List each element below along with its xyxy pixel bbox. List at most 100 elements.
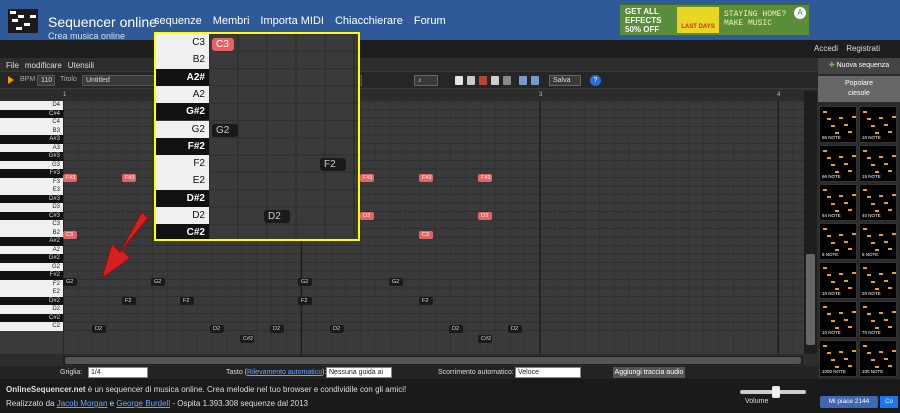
note-block[interactable]: F2 <box>419 297 433 305</box>
paste-icon[interactable] <box>479 76 487 85</box>
note-block[interactable]: D2 <box>92 325 106 333</box>
piano-key[interactable]: C3 <box>0 220 63 229</box>
piano-key[interactable]: E2 <box>0 288 63 297</box>
note-block[interactable]: G2 <box>298 278 312 286</box>
note-block[interactable]: G2 <box>389 278 403 286</box>
piano-key[interactable]: E3 <box>0 186 63 195</box>
zoom-out-icon[interactable] <box>531 76 539 85</box>
sequence-thumbnail[interactable]: 1000 NOTE <box>819 340 857 377</box>
nav-members[interactable]: Membri <box>213 15 250 27</box>
bpm-input[interactable]: 110 <box>37 75 55 86</box>
piano-key[interactable]: F3 <box>0 177 63 186</box>
sequence-thumbnail[interactable]: 6 NOTE <box>819 223 857 260</box>
measure-ruler[interactable]: 1 2 3 4 <box>0 91 804 101</box>
note-block[interactable]: C#2 <box>478 335 492 343</box>
piano-key[interactable]: G2 <box>0 262 63 271</box>
cut-icon[interactable] <box>467 76 475 85</box>
horizontal-scroll-thumb[interactable] <box>65 357 801 364</box>
vertical-scroll-thumb[interactable] <box>806 254 815 345</box>
piano-key[interactable]: C4 <box>0 118 63 127</box>
sequence-thumbnail[interactable]: 10 NOTE <box>819 301 857 338</box>
note-block[interactable]: F#3 <box>419 174 433 182</box>
piano-key[interactable]: C#3 <box>0 211 63 220</box>
piano-key[interactable]: D4 <box>0 101 63 110</box>
piano-key[interactable]: D#3 <box>0 194 63 203</box>
piano-key[interactable]: G3 <box>0 160 63 169</box>
note-block[interactable]: D2 <box>270 325 284 333</box>
facebook-share-button[interactable]: Co <box>880 396 898 408</box>
piano-key[interactable]: B2 <box>0 228 63 237</box>
piano-key[interactable]: A3 <box>0 143 63 152</box>
note-block[interactable]: F#3 <box>122 174 136 182</box>
vertical-scrollbar[interactable] <box>804 91 817 354</box>
author-link-2[interactable]: George Burdell <box>116 399 170 408</box>
nav-forum[interactable]: Forum <box>414 15 446 27</box>
note-block[interactable]: G2 <box>151 278 165 286</box>
menu-tools[interactable]: Utensili <box>68 61 94 70</box>
piano-key[interactable]: F#2 <box>0 271 63 280</box>
nav-sequences[interactable]: sequenze <box>154 15 202 27</box>
volume-slider-knob[interactable] <box>772 386 780 398</box>
sequence-thumbnail[interactable]: 10 NOTE <box>819 262 857 299</box>
login-link[interactable]: Accedi <box>814 44 838 53</box>
sequence-thumbnail[interactable]: 15 NOTE <box>859 145 897 182</box>
note-block[interactable]: C3 <box>419 231 433 239</box>
new-sequence-button[interactable]: ✚ Nuova sequenza <box>818 58 900 74</box>
add-audio-track-button[interactable]: Aggiungi traccia audio <box>613 367 685 378</box>
sequence-thumbnail[interactable]: 6 NOTE <box>859 223 897 260</box>
piano-key[interactable]: F2 <box>0 279 63 288</box>
nav-chat[interactable]: Chiacchierare <box>335 15 403 27</box>
sequence-thumbnail[interactable]: 70 NOTE <box>859 301 897 338</box>
piano-key[interactable]: C#2 <box>0 313 63 322</box>
sequence-thumbnail[interactable]: 20 NOTE <box>859 262 897 299</box>
note-block[interactable]: D3 <box>360 212 374 220</box>
note-block[interactable]: F#3 <box>63 174 77 182</box>
select-icon[interactable] <box>503 76 511 85</box>
ad-choices-icon[interactable]: A <box>794 7 806 19</box>
piano-key[interactable]: C#4 <box>0 109 63 118</box>
popular-tab[interactable]: Popolare ciesole <box>818 76 900 102</box>
note-block[interactable]: F2 <box>180 297 194 305</box>
note-block[interactable]: F#3 <box>360 174 374 182</box>
horizontal-scrollbar[interactable] <box>63 356 803 365</box>
note-block[interactable]: D2 <box>330 325 344 333</box>
play-icon[interactable] <box>8 76 14 84</box>
piano-key[interactable]: A#3 <box>0 135 63 144</box>
auto-detect-link[interactable]: Rilevamento automatico <box>247 369 322 376</box>
sequence-thumbnail[interactable]: 10 NOTE <box>859 106 897 143</box>
note-block[interactable]: C3 <box>63 231 77 239</box>
sequence-thumbnail[interactable]: 65 NOTE <box>819 106 857 143</box>
author-link-1[interactable]: Jacob Morgan <box>57 399 108 408</box>
note-block[interactable]: C#2 <box>240 335 254 343</box>
grid-select[interactable]: 1/4 <box>88 367 148 378</box>
piano-key[interactable]: D2 <box>0 305 63 314</box>
sequence-thumbnail[interactable]: 64 NOTE <box>819 184 857 221</box>
piano-key[interactable]: A#2 <box>0 237 63 246</box>
note-block[interactable]: F#3 <box>478 174 492 182</box>
facebook-like-button[interactable]: Mi piace 2144 <box>820 396 878 408</box>
note-block[interactable]: D3 <box>478 212 492 220</box>
piano-key[interactable]: B3 <box>0 126 63 135</box>
piano-key[interactable]: A2 <box>0 245 63 254</box>
key-select[interactable]: Nessuna guida ai <box>326 367 392 378</box>
sequencer-logo-icon[interactable] <box>8 9 38 33</box>
piano-key[interactable]: C2 <box>0 322 63 331</box>
note-block[interactable]: F2 <box>122 297 136 305</box>
menu-edit[interactable]: modificare <box>25 61 62 70</box>
nav-import-midi[interactable]: Importa MIDI <box>260 15 324 27</box>
sequence-thumbnail[interactable]: 100 NOTE <box>859 340 897 377</box>
piano-key[interactable]: G#3 <box>0 152 63 161</box>
note-block[interactable]: F2 <box>298 297 312 305</box>
save-dropdown[interactable]: Salva <box>549 75 581 86</box>
instrument-select[interactable]: ♪ <box>414 75 438 86</box>
sequence-thumbnail[interactable]: 40 NOTE <box>859 184 897 221</box>
piano-key[interactable]: D#2 <box>0 296 63 305</box>
zoom-in-icon[interactable] <box>519 76 527 85</box>
piano-key[interactable]: F#3 <box>0 169 63 178</box>
piano-key[interactable]: D3 <box>0 203 63 212</box>
help-icon[interactable]: ? <box>590 75 601 86</box>
copy-icon[interactable] <box>491 76 499 85</box>
autoscroll-select[interactable]: Veloce <box>515 367 581 378</box>
new-file-icon[interactable] <box>455 76 463 85</box>
register-link[interactable]: Registrati <box>846 44 880 53</box>
